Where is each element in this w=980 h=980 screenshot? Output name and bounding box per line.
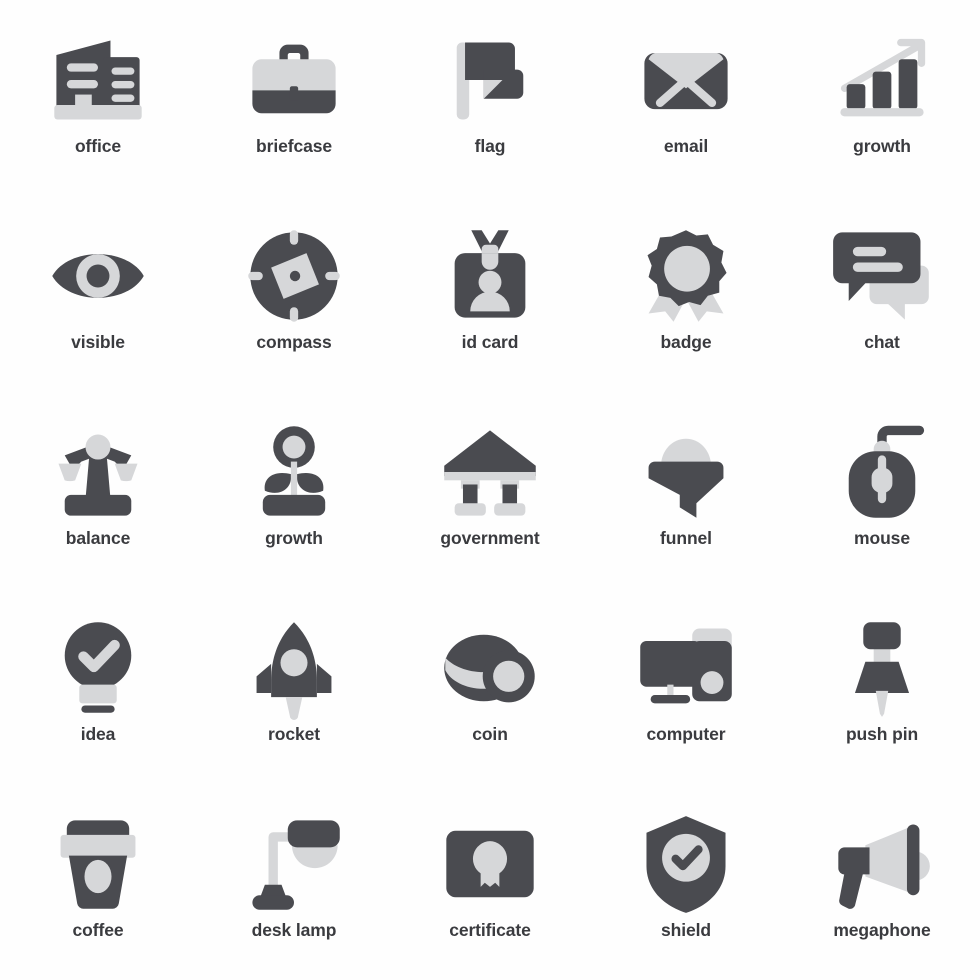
icon-label: desk lamp xyxy=(251,920,337,940)
visible-icon xyxy=(52,254,144,298)
icon-cell-idea[interactable]: idea xyxy=(0,588,196,784)
icon-cell-office[interactable]: office xyxy=(0,0,196,196)
icon-cell-coin[interactable]: coin xyxy=(392,588,588,784)
icon-label: chat xyxy=(864,332,900,352)
icon-label: government xyxy=(440,528,540,548)
coffee-icon xyxy=(60,820,136,909)
icon-label: flag xyxy=(474,136,506,156)
icon-label: growth xyxy=(853,136,911,156)
flag-icon xyxy=(456,42,524,120)
id-card-icon xyxy=(454,230,526,318)
email-icon xyxy=(644,52,728,110)
desk-lamp-icon xyxy=(252,820,340,910)
icon-cell-certificate[interactable]: certificate xyxy=(392,784,588,980)
icon-cell-shield[interactable]: shield xyxy=(588,784,784,980)
icon-label: funnel xyxy=(660,528,712,548)
growth-chart-icon xyxy=(840,38,926,117)
icon-cell-mouse[interactable]: mouse xyxy=(784,392,980,588)
icon-label: id card xyxy=(461,332,519,352)
icon-label: mouse xyxy=(854,528,910,548)
office-icon xyxy=(54,40,142,120)
briefcase-icon xyxy=(252,44,336,114)
icon-label: shield xyxy=(661,920,711,940)
icon-cell-id-card[interactable]: id card xyxy=(392,196,588,392)
certificate-icon xyxy=(446,830,534,898)
icon-cell-email[interactable]: email xyxy=(588,0,784,196)
chat-icon xyxy=(833,232,929,320)
icon-cell-flag[interactable]: flag xyxy=(392,0,588,196)
compass-icon xyxy=(248,230,340,322)
icon-cell-push-pin[interactable]: push pin xyxy=(784,588,980,784)
badge-icon xyxy=(647,230,727,322)
icon-label: coin xyxy=(472,724,508,744)
icon-label: idea xyxy=(80,724,116,744)
coin-icon xyxy=(444,634,535,703)
icon-label: email xyxy=(663,136,709,156)
funnel-icon xyxy=(648,438,724,518)
icon-label: coffee xyxy=(72,920,124,940)
balance-icon xyxy=(58,434,138,516)
icon-cell-growth-chart[interactable]: growth xyxy=(784,0,980,196)
icon-label: rocket xyxy=(268,724,320,744)
computer-icon xyxy=(640,628,732,704)
icon-cell-computer[interactable]: computer xyxy=(588,588,784,784)
icon-cell-chat[interactable]: chat xyxy=(784,196,980,392)
growth-plant-icon xyxy=(262,426,326,516)
icon-label: office xyxy=(74,136,122,156)
icon-cell-rocket[interactable]: rocket xyxy=(196,588,392,784)
mouse-icon xyxy=(848,425,925,518)
rocket-icon xyxy=(256,622,332,720)
icon-cell-growth-plant[interactable]: growth xyxy=(196,392,392,588)
icon-grid: office briefcase flag email growth visib… xyxy=(0,0,980,980)
icon-label: badge xyxy=(660,332,712,352)
government-icon xyxy=(444,430,536,516)
idea-icon xyxy=(64,622,132,713)
icon-cell-briefcase[interactable]: briefcase xyxy=(196,0,392,196)
shield-icon xyxy=(646,816,726,913)
icon-cell-funnel[interactable]: funnel xyxy=(588,392,784,588)
icon-cell-megaphone[interactable]: megaphone xyxy=(784,784,980,980)
megaphone-icon xyxy=(838,824,930,909)
icon-cell-compass[interactable]: compass xyxy=(196,196,392,392)
icon-cell-coffee[interactable]: coffee xyxy=(0,784,196,980)
icon-label: push pin xyxy=(845,724,919,744)
icon-label: compass xyxy=(256,332,332,352)
icon-label: growth xyxy=(265,528,323,548)
icon-label: balance xyxy=(65,528,131,548)
icon-cell-balance[interactable]: balance xyxy=(0,392,196,588)
icon-label: computer xyxy=(646,724,726,744)
icon-cell-badge[interactable]: badge xyxy=(588,196,784,392)
icon-label: certificate xyxy=(449,920,531,940)
icon-label: megaphone xyxy=(833,920,931,940)
icon-cell-desk-lamp[interactable]: desk lamp xyxy=(196,784,392,980)
icon-label: visible xyxy=(71,332,125,352)
icon-label: briefcase xyxy=(256,136,332,156)
push-pin-icon xyxy=(854,622,910,717)
icon-cell-visible[interactable]: visible xyxy=(0,196,196,392)
icon-cell-government[interactable]: government xyxy=(392,392,588,588)
